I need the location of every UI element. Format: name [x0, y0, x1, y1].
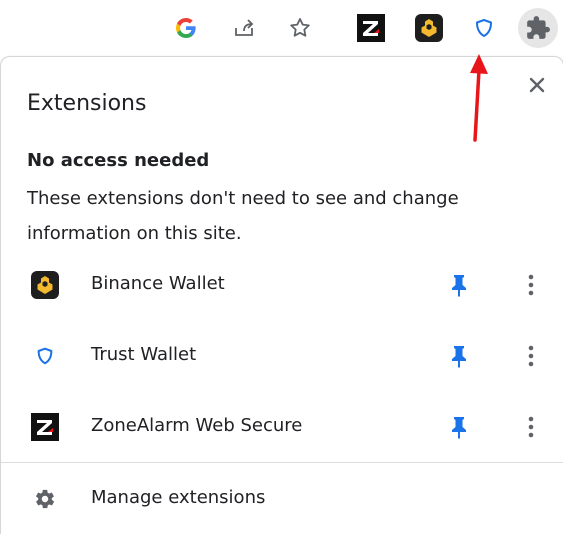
zonealarm-icon[interactable]	[351, 8, 391, 48]
section-description: These extensions don't need to see and c…	[27, 188, 459, 244]
browser-frame: Extensions No access needed These extens…	[0, 0, 569, 534]
zonealarm-icon	[31, 413, 59, 441]
puzzle-glyph	[527, 16, 550, 39]
shield-glyph	[476, 19, 492, 37]
extension-row-binance-wallet[interactable]: Binance Wallet	[1, 257, 563, 313]
extension-name: Binance Wallet	[91, 273, 225, 294]
close-button[interactable]	[521, 69, 553, 101]
more-actions-button[interactable]	[517, 340, 545, 372]
extension-row-trust-wallet[interactable]: Trust Wallet	[1, 328, 563, 384]
star-glyph	[290, 18, 310, 37]
pin-icon	[452, 275, 466, 297]
section-heading: No access needed	[27, 150, 210, 171]
extensions-puzzle-icon[interactable]	[518, 8, 558, 48]
manage-extensions-button[interactable]: Manage extensions	[1, 471, 563, 527]
more-actions-button[interactable]	[517, 269, 545, 301]
bookmark-star-icon[interactable]	[280, 8, 320, 48]
divider	[1, 462, 563, 463]
annotation-arrow	[470, 54, 488, 142]
pin-button[interactable]	[445, 340, 473, 372]
three-dots-vertical-icon	[528, 274, 534, 296]
google-icon[interactable]	[166, 8, 206, 48]
zonealarm-glyph	[357, 14, 385, 42]
binance-glyph	[415, 14, 443, 42]
gear-icon	[31, 485, 59, 513]
binance-wallet-icon[interactable]	[409, 8, 449, 48]
extension-name: Trust Wallet	[91, 344, 197, 365]
pin-icon	[452, 346, 466, 368]
google-g-glyph	[176, 18, 196, 38]
pin-button[interactable]	[445, 269, 473, 301]
three-dots-vertical-icon	[528, 416, 534, 438]
trust-wallet-shield-icon	[31, 342, 59, 370]
binance-wallet-icon	[31, 271, 59, 299]
share-glyph	[235, 19, 254, 36]
trust-wallet-shield-icon[interactable]	[464, 8, 504, 48]
manage-extensions-label: Manage extensions	[91, 487, 266, 508]
popup-title: Extensions	[27, 91, 147, 116]
three-dots-vertical-icon	[528, 345, 534, 367]
window-edge	[563, 0, 569, 534]
pin-icon	[452, 417, 466, 439]
browser-toolbar	[0, 0, 569, 56]
pin-button[interactable]	[445, 411, 473, 443]
extension-name: ZoneAlarm Web Secure	[91, 415, 303, 436]
more-actions-button[interactable]	[517, 411, 545, 443]
close-icon	[529, 77, 545, 93]
share-icon[interactable]	[224, 8, 264, 48]
extension-row-zonealarm[interactable]: ZoneAlarm Web Secure	[1, 399, 563, 455]
